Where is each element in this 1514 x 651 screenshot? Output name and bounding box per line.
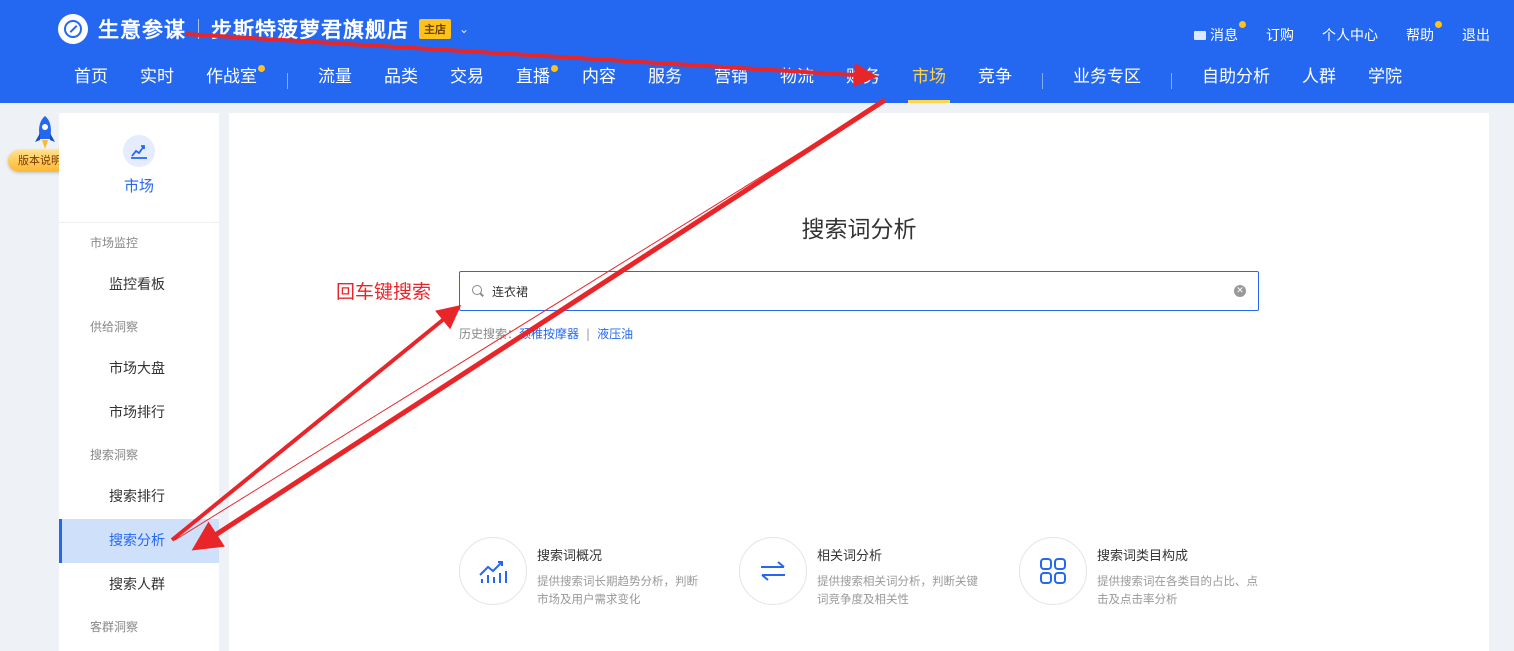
feature-desc: 提供搜索词长期趋势分析，判断市场及用户需求变化 [537, 574, 698, 606]
page-title: 搜索词分析 [801, 217, 917, 243]
nav-warroom-label: 作战室 [206, 67, 257, 87]
top-links: 消息 订购 个人中心 帮助 退出 [1194, 21, 1490, 45]
feature-title: 搜索词类目构成 [1097, 549, 1189, 564]
nav-divider [287, 72, 288, 89]
nav-service[interactable]: 服务 [632, 58, 698, 103]
nav-trade[interactable]: 交易 [434, 58, 500, 103]
sidebar-group-customer: 客群洞察 [90, 620, 139, 634]
nav-live-label: 直播 [516, 67, 550, 87]
subscribe-link[interactable]: 订购 [1266, 25, 1294, 45]
search-icon [472, 285, 484, 297]
brand-divider [198, 19, 199, 39]
search-input[interactable] [492, 284, 1192, 298]
top-header: 生意参谋 步斯特菠萝君旗舰店 主店 ⌄ 消息 订购 个人中心 帮助 退出 首页 … [0, 0, 1514, 103]
nav-traffic[interactable]: 流量 [302, 58, 368, 103]
messages-label: 消息 [1210, 28, 1238, 44]
nav-realtime[interactable]: 实时 [124, 58, 190, 103]
sidebar-title: 市场 [123, 177, 154, 195]
nav-warroom[interactable]: 作战室 [190, 58, 273, 103]
nav-academy[interactable]: 学院 [1352, 58, 1418, 103]
nav-category[interactable]: 品类 [368, 58, 434, 103]
nav-selfanalysis[interactable]: 自助分析 [1186, 58, 1286, 103]
feature-related-words[interactable]: 相关词分析 提供搜索相关词分析，判断关键词竞争度及相关性 [739, 537, 1019, 608]
sidebar-item-market-rank[interactable]: 市场排行 [59, 391, 219, 435]
feature-title: 相关词分析 [817, 549, 883, 564]
sidebar-group-search: 搜索洞察 [90, 448, 139, 462]
enter-to-search-annotation: 回车键搜索 [336, 281, 432, 303]
history-item[interactable]: 液压油 [597, 325, 633, 342]
nav-business[interactable]: 业务专区 [1057, 58, 1157, 103]
nav-live[interactable]: 直播 [500, 58, 566, 103]
nav-finance[interactable]: 财务 [830, 58, 896, 103]
main-panel: 搜索词分析 回车键搜索 ✕ 历史搜索： 颈椎按摩器 | 液压油 搜索词概况 提供… [229, 113, 1489, 651]
logout-link[interactable]: 退出 [1462, 25, 1490, 45]
feature-category-composition[interactable]: 搜索词类目构成 提供搜索词在各类目的占比、点击及点击率分析 [1019, 537, 1299, 608]
help-link[interactable]: 帮助 [1406, 21, 1442, 45]
shop-name[interactable]: 步斯特菠萝君旗舰店 [211, 14, 409, 44]
notification-dot [1435, 21, 1442, 28]
sidebar-item-market-overview[interactable]: 市场大盘 [59, 347, 219, 391]
sidebar-header: 市场 [59, 113, 219, 223]
feature-title: 搜索词概况 [537, 549, 603, 564]
clear-icon[interactable]: ✕ [1234, 285, 1246, 297]
rocket-icon[interactable] [31, 115, 59, 151]
messages-link[interactable]: 消息 [1194, 21, 1246, 45]
nav-compete[interactable]: 竞争 [962, 58, 1028, 103]
sidebar-item-monitor-board[interactable]: 监控看板 [59, 263, 219, 307]
nav-content[interactable]: 内容 [566, 58, 632, 103]
brand-name: 生意参谋 [98, 18, 186, 42]
nav-divider [1042, 72, 1043, 89]
feature-list: 搜索词概况 提供搜索词长期趋势分析，判断市场及用户需求变化 相关词分析 提供搜索… [459, 537, 1299, 608]
search-box[interactable]: ✕ [459, 271, 1259, 311]
swap-arrows-icon [739, 537, 807, 605]
history-separator: | [586, 326, 591, 341]
feature-keyword-overview[interactable]: 搜索词概况 提供搜索词长期趋势分析，判断市场及用户需求变化 [459, 537, 739, 608]
grid-icon [1019, 537, 1087, 605]
nav-market[interactable]: 市场 [896, 58, 962, 103]
nav-logistics[interactable]: 物流 [764, 58, 830, 103]
trend-chart-icon [459, 537, 527, 605]
sidebar-item-search-rank[interactable]: 搜索排行 [59, 475, 219, 519]
notification-dot [1239, 21, 1246, 28]
nav-home[interactable]: 首页 [58, 58, 124, 103]
chevron-down-icon[interactable]: ⌄ [459, 22, 469, 36]
nav-divider [1171, 72, 1172, 89]
sidebar-item-search-analysis[interactable]: 搜索分析 [59, 519, 219, 563]
search-history: 历史搜索： 颈椎按摩器 | 液压油 [459, 325, 633, 342]
brand[interactable]: 生意参谋 步斯特菠萝君旗舰店 主店 ⌄ [58, 12, 469, 46]
market-chart-icon [123, 135, 155, 167]
sidebar-group-supply: 供给洞察 [90, 320, 139, 334]
nav-crowd[interactable]: 人群 [1286, 58, 1352, 103]
help-label: 帮助 [1406, 28, 1434, 44]
notification-dot [551, 65, 558, 72]
notification-dot [258, 65, 265, 72]
feature-desc: 提供搜索词在各类目的占比、点击及点击率分析 [1097, 574, 1258, 606]
sidebar-item-search-crowd[interactable]: 搜索人群 [59, 563, 219, 607]
history-label: 历史搜索： [459, 327, 520, 341]
mail-icon [1194, 30, 1206, 40]
profile-link[interactable]: 个人中心 [1322, 25, 1378, 45]
sidebar: 市场 市场监控 监控看板 供给洞察 市场大盘 市场排行 搜索洞察 搜索排行 搜索… [59, 113, 219, 651]
history-item[interactable]: 颈椎按摩器 [519, 325, 579, 342]
feature-desc: 提供搜索相关词分析，判断关键词竞争度及相关性 [817, 574, 978, 606]
compass-logo-icon [58, 14, 88, 44]
main-shop-badge: 主店 [419, 19, 451, 39]
nav-marketing[interactable]: 营销 [698, 58, 764, 103]
main-nav: 首页 实时 作战室 流量 品类 交易 直播 内容 服务 营销 物流 财务 市场 … [58, 58, 1418, 103]
sidebar-group-monitor: 市场监控 [90, 236, 139, 250]
